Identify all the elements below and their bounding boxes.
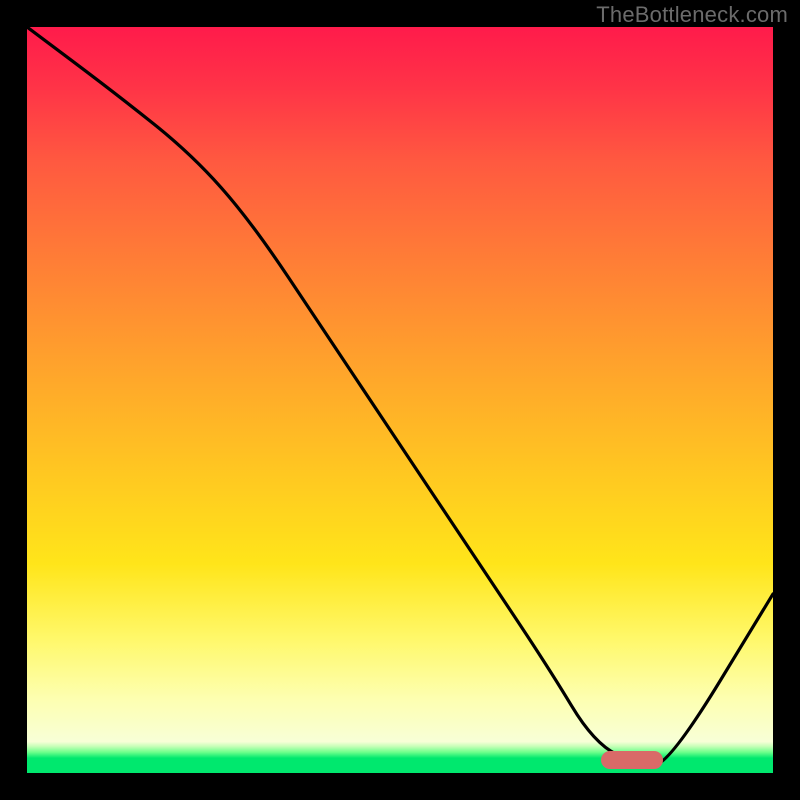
bottleneck-curve	[27, 27, 773, 773]
plot-area	[27, 27, 773, 773]
chart-frame: TheBottleneck.com	[0, 0, 800, 800]
watermark-text: TheBottleneck.com	[596, 2, 788, 28]
optimal-range-marker	[601, 751, 663, 769]
